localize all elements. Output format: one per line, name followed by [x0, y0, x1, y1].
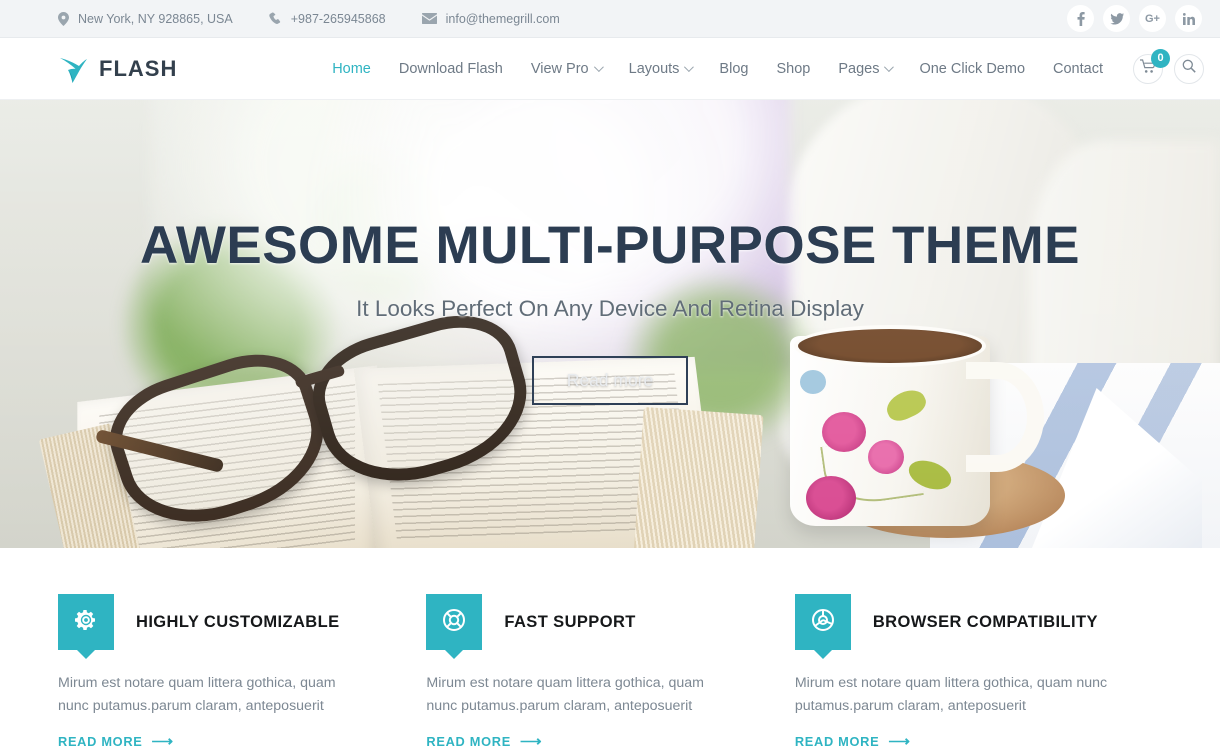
topbar-address: New York, NY 928865, USA [58, 11, 233, 26]
nav-item-label: Home [332, 60, 371, 77]
nav-item-view-pro[interactable]: View Pro [517, 61, 615, 77]
nav-item-one-click-demo[interactable]: One Click Demo [905, 61, 1039, 77]
hero-subtitle: It Looks Perfect On Any Device And Retin… [356, 295, 864, 321]
search-icon [1182, 59, 1196, 78]
envelope-icon [421, 13, 437, 24]
cart-count-badge: 0 [1151, 48, 1170, 68]
feature-read-more-link[interactable]: READ MORE ⟶ [426, 734, 542, 749]
map-marker-icon [58, 11, 69, 26]
top-bar-contact-list: New York, NY 928865, USA +987-265945868 … [58, 11, 596, 26]
nav-item-home[interactable]: Home [318, 61, 385, 77]
phone-icon [269, 12, 282, 25]
feature-description: Mirum est notare quam littera gothica, q… [58, 675, 336, 714]
feature-header: FAST SUPPORT [426, 594, 734, 650]
search-button[interactable] [1174, 53, 1204, 84]
arrow-right-icon: ⟶ [151, 733, 174, 750]
topbar-address-text: New York, NY 928865, USA [78, 11, 233, 26]
hero-title: AWESOME MULTI-PURPOSE THEME [139, 216, 1081, 275]
chevron-down-icon [884, 62, 895, 73]
feature-read-more-label: READ MORE [794, 734, 880, 749]
feature-title: HIGHLY CUSTOMIZABLE [136, 612, 340, 631]
hero-read-more-button[interactable]: Read more [531, 355, 689, 405]
feature-description: Mirum est notare quam littera gothica, q… [794, 675, 1108, 714]
facebook-icon[interactable] [1067, 5, 1094, 32]
feature-card-browser-compatibility: BROWSER COMPATIBILITY Mirum est notare q… [794, 594, 1162, 750]
feature-read-more-link[interactable]: READ MORE ⟶ [795, 734, 911, 749]
feature-icon-badge [794, 594, 851, 650]
feature-header: HIGHLY CUSTOMIZABLE [58, 594, 366, 650]
flash-bird-logo-icon [58, 54, 88, 84]
nav-item-label: Download Flash [398, 60, 503, 77]
social-links: G+ [1067, 5, 1202, 32]
life-ring-icon [442, 608, 466, 637]
hero-banner: AWESOME MULTI-PURPOSE THEME It Looks Per… [0, 100, 1220, 548]
hero-content: AWESOME MULTI-PURPOSE THEME It Looks Per… [0, 218, 1220, 405]
gear-icon [74, 608, 98, 637]
cart-button[interactable]: 0 [1133, 48, 1170, 84]
top-bar: New York, NY 928865, USA +987-265945868 … [0, 0, 1220, 38]
feature-card-highly-customizable: HIGHLY CUSTOMIZABLE Mirum est notare qua… [58, 594, 426, 750]
arrow-right-icon: ⟶ [519, 733, 543, 750]
feature-header: BROWSER COMPATIBILITY [794, 594, 1162, 650]
chrome-browser-icon [811, 608, 835, 637]
feature-read-more-link[interactable]: READ MORE ⟶ [58, 734, 174, 749]
nav-item-label: Shop [776, 60, 811, 77]
header-actions: 0 [1133, 48, 1204, 84]
nav-item-contact[interactable]: Contact [1039, 61, 1117, 77]
topbar-email-text: info@themegrill.com [445, 11, 560, 26]
features-section: HIGHLY CUSTOMIZABLE Mirum est notare qua… [0, 548, 1220, 750]
chevron-down-icon [684, 62, 695, 73]
linkedin-icon[interactable] [1175, 5, 1202, 32]
feature-icon-badge [426, 594, 483, 650]
feature-read-more-label: READ MORE [426, 734, 511, 749]
twitter-icon[interactable] [1103, 5, 1130, 32]
nav-item-label: View Pro [530, 60, 589, 77]
feature-read-more-label: READ MORE [58, 734, 143, 749]
chevron-down-icon [593, 62, 604, 73]
nav-item-label: Pages [838, 60, 880, 77]
nav-item-layouts[interactable]: Layouts [615, 61, 706, 77]
nav-item-label: One Click Demo [919, 60, 1026, 77]
site-logo[interactable]: FLASH [58, 54, 177, 84]
main-nav: Home Download Flash View Pro Layouts Blo… [318, 61, 1117, 77]
feature-title: BROWSER COMPATIBILITY [872, 612, 1098, 631]
nav-item-download-flash[interactable]: Download Flash [385, 61, 517, 77]
topbar-email[interactable]: info@themegrill.com [421, 11, 560, 26]
site-header: FLASH Home Download Flash View Pro Layou… [0, 38, 1220, 100]
topbar-phone[interactable]: +987-265945868 [269, 12, 386, 26]
brand-name: FLASH [99, 55, 178, 81]
topbar-phone-text: +987-265945868 [290, 11, 386, 26]
google-plus-icon[interactable]: G+ [1139, 5, 1166, 32]
arrow-right-icon: ⟶ [888, 733, 911, 750]
nav-item-pages[interactable]: Pages [824, 61, 905, 77]
nav-item-label: Layouts [628, 60, 680, 77]
feature-icon-badge [58, 594, 114, 650]
feature-card-fast-support: FAST SUPPORT Mirum est notare quam litte… [426, 594, 794, 750]
nav-item-label: Blog [719, 60, 749, 77]
nav-item-label: Contact [1053, 60, 1103, 77]
nav-item-shop[interactable]: Shop [762, 61, 824, 77]
feature-description: Mirum est notare quam littera gothica, q… [426, 675, 704, 714]
feature-title: FAST SUPPORT [504, 612, 636, 631]
nav-item-blog[interactable]: Blog [705, 61, 762, 77]
